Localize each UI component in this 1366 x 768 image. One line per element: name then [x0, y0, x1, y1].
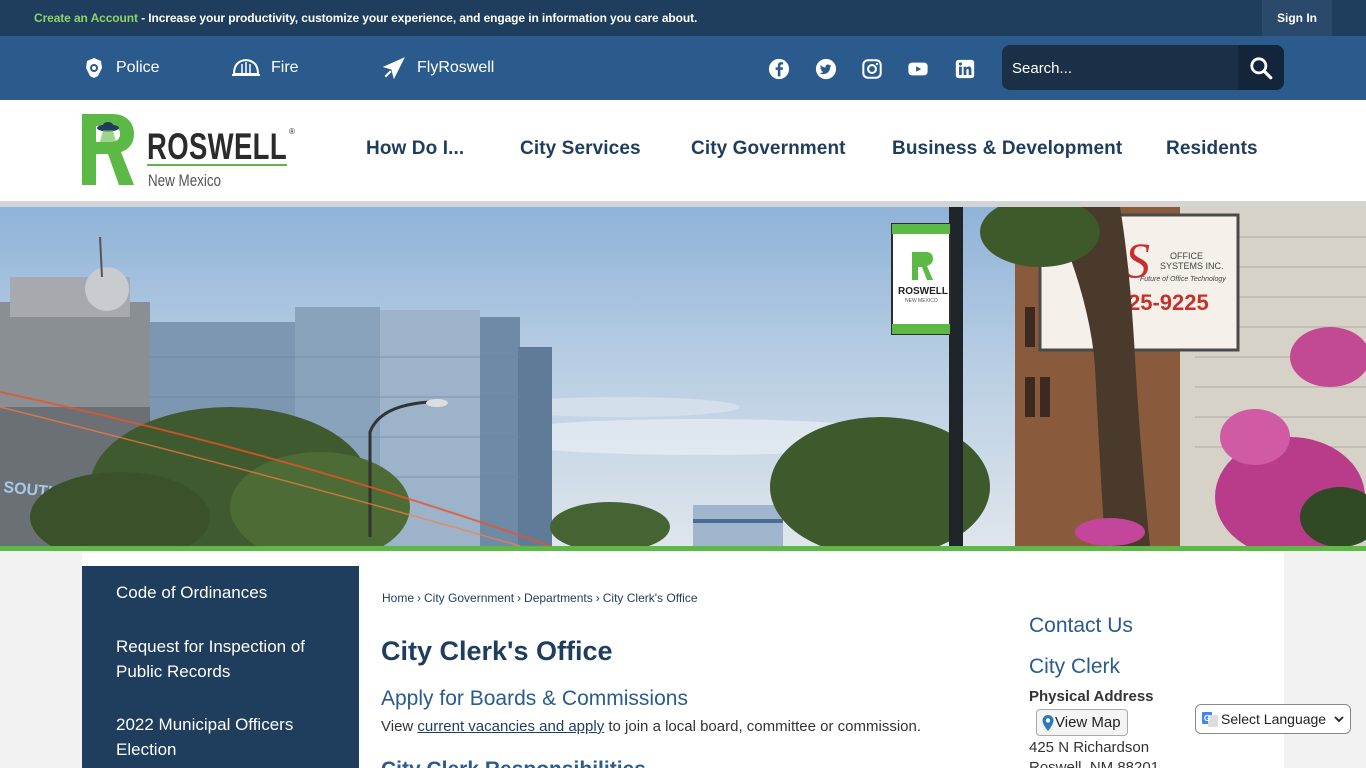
- sidebar-item-public-records[interactable]: Request for Inspection of Public Records: [116, 634, 336, 684]
- breadcrumb-current: City Clerk's Office: [602, 591, 698, 605]
- nav-how-do-i[interactable]: How Do I...: [366, 138, 464, 160]
- instagram-icon[interactable]: [861, 58, 883, 80]
- banner-flag-text: ROSWELL: [898, 286, 948, 297]
- police-badge-icon: [86, 58, 102, 78]
- google-translate-icon: G: [1202, 712, 1218, 727]
- nav-residents[interactable]: Residents: [1166, 138, 1258, 160]
- nav-business-development[interactable]: Business & Development: [892, 138, 1122, 160]
- view-map-button[interactable]: View Map: [1036, 709, 1128, 736]
- chevron-down-icon: [1334, 716, 1344, 723]
- address-line-2: Roswell, NM 88201: [1029, 759, 1160, 768]
- search-box: [1002, 45, 1284, 90]
- banner-sign-line1: OFFICE: [1170, 251, 1203, 261]
- breadcrumb-city-government[interactable]: City Government: [424, 591, 514, 605]
- banner-sign-line2: SYSTEMS INC.: [1160, 261, 1224, 271]
- fire-helmet-icon: [232, 58, 260, 76]
- map-pin-icon: [1042, 714, 1054, 731]
- language-select-label: Select Language: [1221, 711, 1327, 727]
- sign-in-button[interactable]: Sign In: [1262, 0, 1332, 36]
- quick-link-label: FlyRoswell: [417, 59, 495, 76]
- sidebar-item-municipal-election[interactable]: 2022 Municipal Officers Election: [116, 712, 336, 762]
- airplane-icon: [382, 57, 405, 80]
- physical-address-label: Physical Address: [1029, 688, 1154, 705]
- account-message-text: - Increase your productivity, customize …: [137, 11, 698, 25]
- site-header: ROSWELL ® New Mexico How Do I... City Se…: [0, 100, 1366, 201]
- address-line-1: 425 N Richardson: [1029, 739, 1150, 756]
- street-scene-illustration: SOUTHWEST ROSWELL NEW MEXICO: [0, 207, 1366, 546]
- section-title-boards[interactable]: Apply for Boards & Commissions: [381, 687, 688, 711]
- banner-flag-subtext: NEW MEXICO: [905, 298, 938, 304]
- linkedin-icon[interactable]: [954, 58, 976, 80]
- breadcrumb: Home › City Government › Departments › City Cl…: [382, 591, 698, 605]
- utility-bar: Police Fire FlyRoswell: [0, 36, 1366, 100]
- nav-city-services[interactable]: City Services: [520, 138, 641, 160]
- section-title-responsibilities: City Clerk Responsibilities: [381, 758, 646, 768]
- svg-text:G: G: [1204, 714, 1210, 723]
- search-button[interactable]: [1238, 45, 1284, 90]
- contact-heading: Contact Us: [1029, 614, 1133, 637]
- sidebar-item-code-of-ordinances[interactable]: Code of Ordinances: [116, 580, 336, 605]
- search-icon: [1250, 56, 1273, 79]
- breadcrumb-departments[interactable]: Departments: [524, 591, 593, 605]
- banner-sign-line3: Future of Office Technology: [1140, 276, 1226, 283]
- view-map-label: View Map: [1055, 714, 1121, 731]
- language-select[interactable]: G Select Language: [1195, 704, 1351, 734]
- account-message: Create an Account - Increase your produc…: [34, 11, 697, 25]
- quick-link-flyroswell[interactable]: FlyRoswell: [381, 36, 494, 100]
- sidebar-nav: Code of Ordinances Request for Inspectio…: [82, 566, 359, 768]
- vacancies-link[interactable]: current vacancies and apply: [417, 718, 604, 735]
- quick-link-fire[interactable]: Fire: [231, 36, 299, 100]
- hero-banner-image: SOUTHWEST ROSWELL NEW MEXICO: [0, 207, 1366, 546]
- twitter-icon[interactable]: [815, 58, 837, 80]
- youtube-icon[interactable]: [907, 58, 929, 80]
- quick-link-police[interactable]: Police: [82, 36, 160, 100]
- svg-text:®: ®: [289, 127, 295, 136]
- nav-city-government[interactable]: City Government: [691, 138, 846, 160]
- page-title: City Clerk's Office: [381, 636, 613, 666]
- search-input[interactable]: [1012, 53, 1232, 83]
- section-text-post: to join a local board, committee or comm…: [604, 718, 921, 735]
- quick-link-label: Fire: [271, 59, 299, 76]
- facebook-icon[interactable]: [768, 58, 790, 80]
- breadcrumb-home[interactable]: Home: [382, 591, 414, 605]
- section-text-pre: View: [381, 718, 418, 735]
- top-account-bar: Create an Account - Increase your produc…: [0, 0, 1366, 36]
- logo-subtitle: New Mexico: [148, 171, 221, 188]
- logo-wordmark: ROSWELL: [147, 126, 287, 167]
- quick-link-label: Police: [116, 59, 160, 76]
- roswell-logo[interactable]: ROSWELL ® New Mexico: [82, 114, 297, 188]
- banner-sign-number: 25-9225: [1128, 290, 1209, 315]
- contact-department[interactable]: City Clerk: [1029, 655, 1120, 679]
- create-account-link[interactable]: Create an Account: [34, 11, 138, 25]
- section-text-boards: View current vacancies and apply to join…: [381, 718, 921, 735]
